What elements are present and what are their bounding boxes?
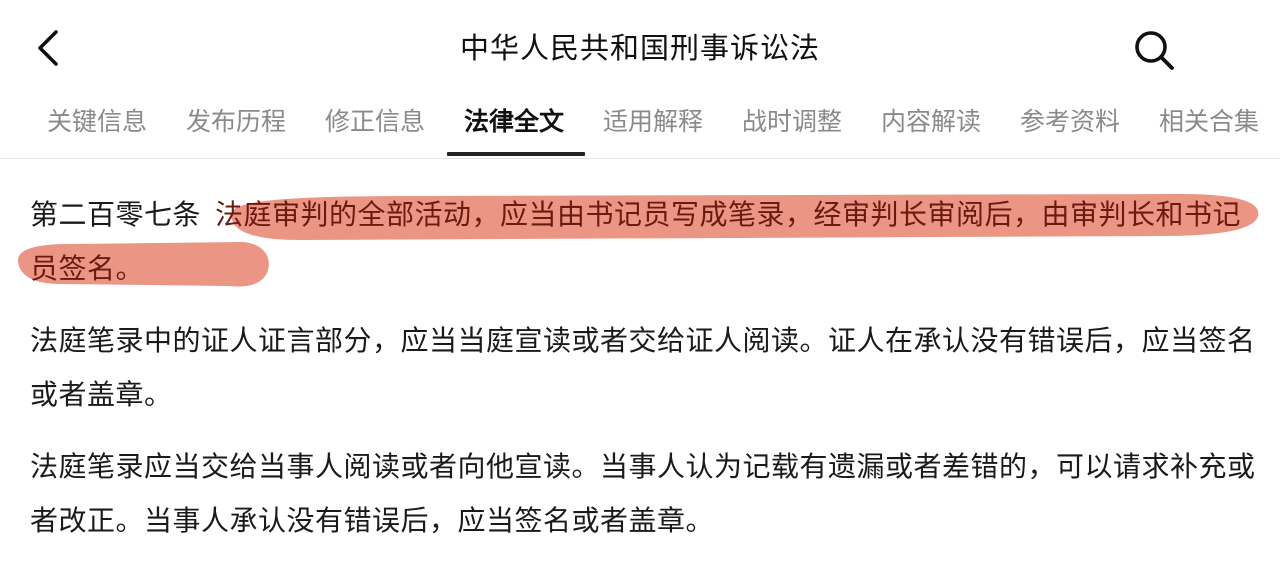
article-paragraph-2: 法庭笔录中的证人证言部分，应当当庭宣读或者交给证人阅读。证人在承认没有错误后，应… (30, 324, 1256, 411)
tab-wartime-adjustment[interactable]: 战时调整 (742, 96, 842, 156)
tab-release-history[interactable]: 发布历程 (186, 96, 286, 156)
article-content: 第二百零七条 法庭审判的全部活动，应当由书记员写成笔录，经审判长审阅后，由审判长和… (0, 160, 1280, 574)
page-title: 中华人民共和国刑事诉讼法 (459, 31, 820, 65)
search-icon (1135, 31, 1174, 70)
tab-applicable-interpretation[interactable]: 适用解释 (603, 96, 703, 156)
article-paragraph-1: 第二百零七条 法庭审判的全部活动，应当由书记员写成笔录，经审判长审阅后，由审判长和… (30, 188, 1260, 296)
tab-full-text[interactable]: 法律全文 (464, 96, 564, 156)
search-button[interactable] (1130, 26, 1178, 74)
active-tab-indicator (447, 152, 585, 156)
tab-key-info[interactable]: 关键信息 (47, 96, 147, 156)
tab-content-interpretation[interactable]: 内容解读 (881, 96, 981, 156)
tab-amendment-info[interactable]: 修正信息 (325, 96, 425, 156)
tab-reference-materials[interactable]: 参考资料 (1020, 96, 1120, 156)
article-paragraph-3: 法庭笔录应当交给当事人阅读或者向他宣读。当事人认为记载有遗漏或者差错的，可以请求… (30, 450, 1256, 537)
tab-related-collections[interactable]: 相关合集 (1159, 96, 1259, 156)
app-header: 中华人民共和国刑事诉讼法 (0, 0, 1280, 96)
highlighted-text: 法庭审判的全部活动，应当由书记员写成笔录，经审判长审阅后，由审判长和书记员签名。 (30, 198, 1242, 285)
article-number: 第二百零七条 (30, 198, 202, 231)
tab-bar: 关键信息 发布历程 修正信息 法律全文 适用解释 战时调整 内容解读 参考资料 … (0, 96, 1280, 159)
